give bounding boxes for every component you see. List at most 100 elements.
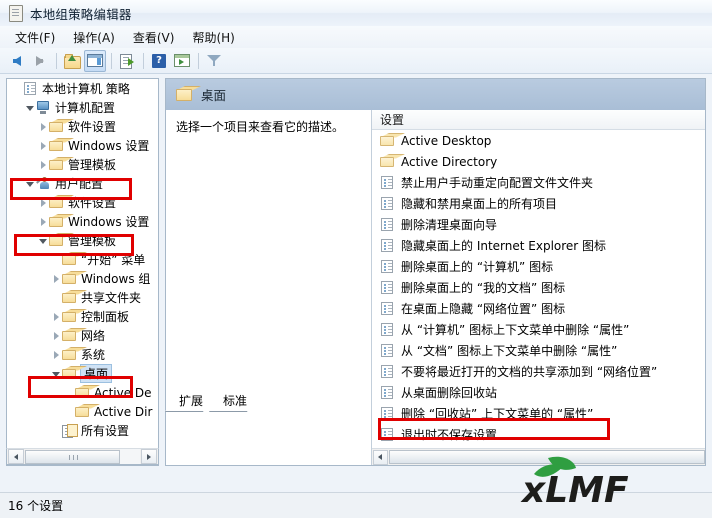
- show-pane-button[interactable]: [171, 50, 193, 72]
- tree-user-windows-settings[interactable]: Windows 设置: [7, 212, 158, 231]
- list-horizontal-scrollbar[interactable]: [372, 448, 705, 465]
- group-policy-editor-window: 本地组策略编辑器 文件(F) 操作(A) 查看(V) 帮助(H) ? 本地计算机…: [0, 0, 712, 518]
- tree-item-label: 软件设置: [68, 196, 117, 210]
- tree-item-label: 计算机配置: [55, 101, 116, 115]
- list-item-remove-computer-icon[interactable]: 删除桌面上的 “计算机” 图标: [372, 256, 705, 277]
- list-item-label: 从 “计算机” 图标上下文菜单中删除 “属性”: [401, 323, 630, 337]
- list-item-active-desktop[interactable]: Active Desktop: [372, 130, 705, 151]
- policy-icon: [380, 281, 395, 294]
- show-hide-tree-button[interactable]: [84, 49, 106, 72]
- list-item-remove-desktop-cleanup-wizard[interactable]: 删除清理桌面向导: [372, 214, 705, 235]
- tree-item-label: “开始” 菜单: [81, 253, 146, 267]
- chevron-right-icon[interactable]: [37, 121, 49, 133]
- policy-icon: [380, 407, 395, 420]
- list-item-remove-recycle-bin-properties[interactable]: 删除 “回收站” 上下文菜单的 “属性”: [372, 403, 705, 424]
- tree-user-admin-templates[interactable]: 管理模板: [7, 231, 158, 250]
- tree-scroll-area[interactable]: 本地计算机 策略 计算机配置 软件设置 Windows 设置 管理模板 用户配置 软件设置 W…: [7, 79, 158, 465]
- tree-network[interactable]: 网络: [7, 326, 158, 345]
- forward-button[interactable]: [29, 50, 51, 72]
- list-item-dont-save-settings-at-exit[interactable]: 退出时不保存设置: [372, 424, 705, 445]
- chevron-right-icon[interactable]: [50, 311, 62, 323]
- menu-action[interactable]: 操作(A): [64, 27, 124, 48]
- chevron-right-icon[interactable]: [37, 197, 49, 209]
- list-item-hide-disable-all-desktop-items[interactable]: 隐藏和禁用桌面上的所有项目: [372, 193, 705, 214]
- chevron-right-icon[interactable]: [50, 349, 62, 361]
- menu-bar: 文件(F) 操作(A) 查看(V) 帮助(H): [0, 26, 712, 48]
- list-item-remove-properties-computer-context-menu[interactable]: 从 “计算机” 图标上下文菜单中删除 “属性”: [372, 319, 705, 340]
- list-item-prevent-redirect-profile-folders[interactable]: 禁止用户手动重定向配置文件文件夹: [372, 172, 705, 193]
- tree-shared-folders[interactable]: 共享文件夹: [7, 288, 158, 307]
- chevron-down-icon[interactable]: [50, 368, 62, 380]
- chevron-right-icon[interactable]: [50, 273, 62, 285]
- up-one-level-button[interactable]: [61, 50, 83, 72]
- tree-user-software-settings[interactable]: 软件设置: [7, 193, 158, 212]
- tree-computer-windows-settings[interactable]: Windows 设置: [7, 136, 158, 155]
- menu-help[interactable]: 帮助(H): [183, 27, 243, 48]
- chevron-down-icon[interactable]: [24, 178, 36, 190]
- tree-scroll-thumb[interactable]: [25, 449, 120, 464]
- list-column-header[interactable]: 设置: [372, 110, 705, 130]
- tree-scroll-left-button[interactable]: [8, 449, 24, 464]
- folder-icon: [62, 330, 77, 342]
- tree-scroll-right-button[interactable]: [141, 449, 157, 464]
- tree-computer-software-settings[interactable]: 软件设置: [7, 117, 158, 136]
- tree-windows-components[interactable]: Windows 组: [7, 269, 158, 288]
- chevron-right-icon[interactable]: [37, 216, 49, 228]
- status-bar: 16 个设置: [0, 492, 712, 518]
- chevron-down-icon[interactable]: [37, 235, 49, 247]
- list-item-active-directory[interactable]: Active Directory: [372, 151, 705, 172]
- menu-file[interactable]: 文件(F): [6, 27, 64, 48]
- chevron-right-icon[interactable]: [50, 330, 62, 342]
- tree-item-label: 本地计算机 策略: [42, 82, 130, 96]
- tree-computer-configuration[interactable]: 计算机配置: [7, 98, 158, 117]
- list-item-remove-recycle-bin-desktop[interactable]: 从桌面删除回收站: [372, 382, 705, 403]
- tree-active-desktop[interactable]: Active De: [7, 383, 158, 402]
- list-item-label: Active Directory: [401, 154, 498, 169]
- scroll-thumb[interactable]: [388, 450, 705, 464]
- tree-user-configuration[interactable]: 用户配置: [7, 174, 158, 193]
- filter-button[interactable]: [203, 50, 225, 72]
- tab-extended[interactable]: 扩展: [165, 390, 213, 412]
- chevron-right-icon[interactable]: [37, 159, 49, 171]
- list-item-hide-ie-icon[interactable]: 隐藏桌面上的 Internet Explorer 图标: [372, 235, 705, 256]
- list-item-label: 隐藏桌面上的 Internet Explorer 图标: [401, 239, 607, 253]
- folder-icon: [62, 292, 77, 304]
- tree-control-panel[interactable]: 控制面板: [7, 307, 158, 326]
- list-item-label: 隐藏和禁用桌面上的所有项目: [401, 197, 558, 211]
- tree-system[interactable]: 系统: [7, 345, 158, 364]
- folder-icon: [62, 349, 77, 361]
- tree-item-label: 系统: [81, 348, 106, 362]
- export-list-button[interactable]: [116, 50, 138, 72]
- tree-item-label: 所有设置: [81, 424, 130, 438]
- help-icon: ?: [152, 53, 166, 68]
- list-item-remove-properties-documents-context-menu[interactable]: 从 “文档” 图标上下文菜单中删除 “属性”: [372, 340, 705, 361]
- tab-standard[interactable]: 标准: [209, 390, 257, 412]
- tree-all-settings[interactable]: 所有设置: [7, 421, 158, 440]
- chevron-right-icon[interactable]: [37, 140, 49, 152]
- scroll-left-button[interactable]: [373, 449, 388, 465]
- folder-icon: [62, 273, 77, 285]
- tree-item-label: 用户配置: [55, 177, 104, 191]
- tree-desktop[interactable]: 桌面: [7, 364, 158, 383]
- tree-scroll-track[interactable]: [120, 449, 140, 464]
- back-button[interactable]: [6, 50, 28, 72]
- settings-list[interactable]: Active Desktop Active Directory 禁止用户手动重定向配…: [372, 130, 705, 447]
- list-item-hide-network-locations-icon[interactable]: 在桌面上隐藏 “网络位置” 图标: [372, 298, 705, 319]
- menu-view[interactable]: 查看(V): [124, 27, 184, 48]
- list-item-label: 删除桌面上的 “计算机” 图标: [401, 260, 554, 274]
- tree-horizontal-scrollbar[interactable]: [6, 448, 159, 465]
- folder-icon: [49, 159, 64, 171]
- list-item-label: 不要将最近打开的文档的共享添加到 “网络位置”: [401, 365, 658, 379]
- help-button[interactable]: ?: [148, 50, 170, 72]
- tree-local-computer-policy[interactable]: 本地计算机 策略: [7, 79, 158, 98]
- list-item-remove-my-documents-icon[interactable]: 删除桌面上的 “我的文档” 图标: [372, 277, 705, 298]
- chevron-down-icon[interactable]: [24, 102, 36, 114]
- user-config-icon: [36, 177, 51, 190]
- tree-active-directory[interactable]: Active Dir: [7, 402, 158, 421]
- tree-start-menu[interactable]: “开始” 菜单: [7, 250, 158, 269]
- list-item-no-recent-docs-network-locations[interactable]: 不要将最近打开的文档的共享添加到 “网络位置”: [372, 361, 705, 382]
- tree-computer-admin-templates[interactable]: 管理模板: [7, 155, 158, 174]
